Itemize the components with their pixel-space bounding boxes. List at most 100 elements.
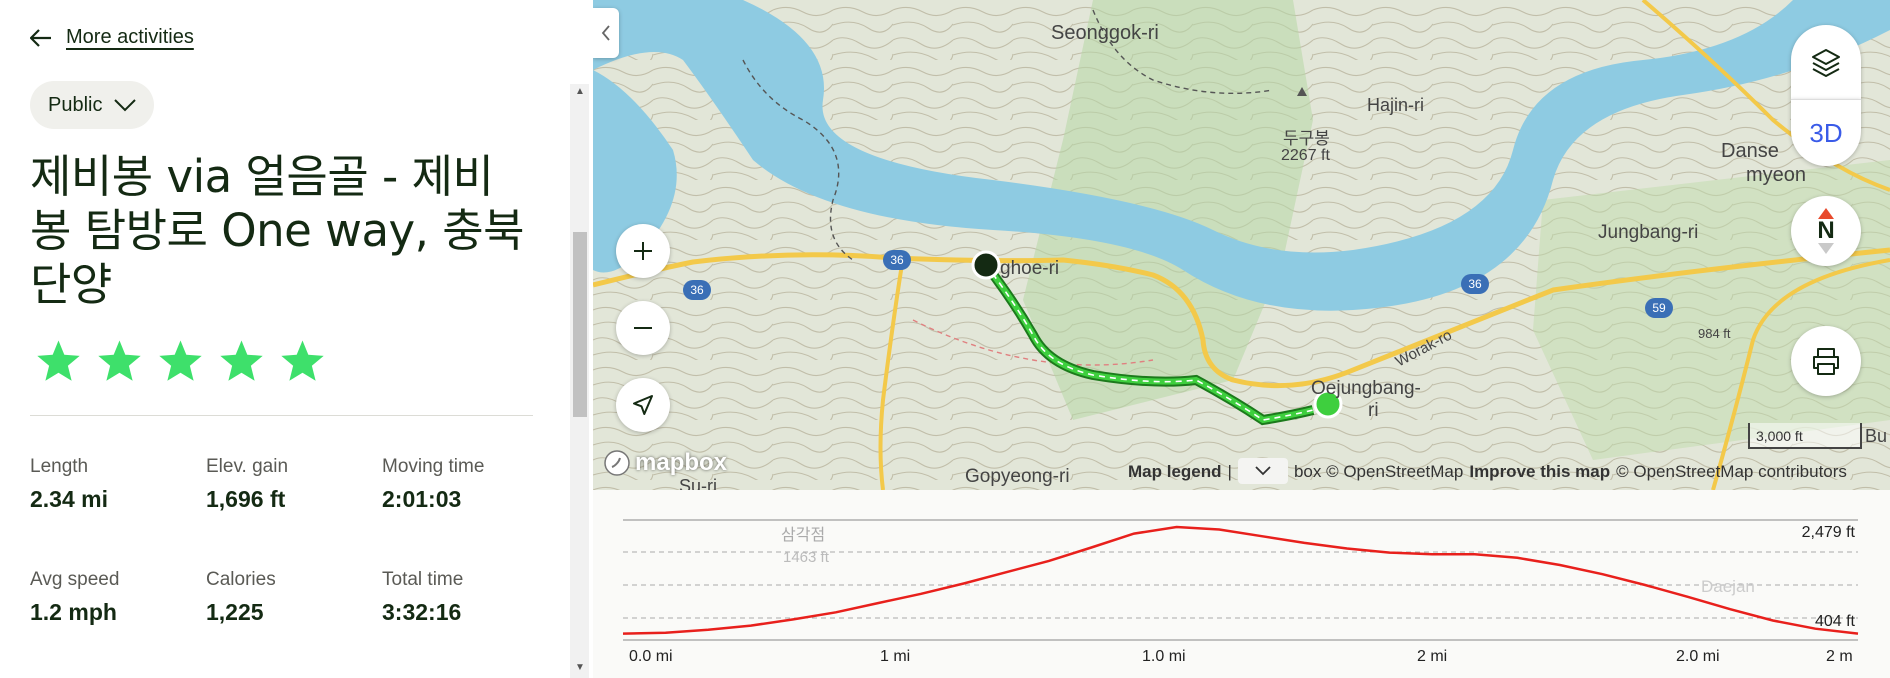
chevron-down-icon	[1255, 466, 1271, 476]
mapbox-logo[interactable]: mapbox	[603, 449, 727, 477]
map-label-bu: Bu	[1865, 426, 1888, 446]
toggle-3d-button[interactable]: 3D	[1791, 99, 1861, 166]
compass-south-icon	[1818, 243, 1834, 254]
stat-moving-time: Moving time 2:01:03	[382, 456, 484, 513]
scroll-up-icon[interactable]: ▲	[575, 86, 585, 97]
stat-value: 1,696 ft	[206, 486, 286, 512]
stat-value: 2:01:03	[382, 486, 462, 512]
star-icon	[98, 340, 141, 381]
route-start-marker[interactable]	[971, 250, 1001, 280]
stat-value: 3:32:16	[382, 599, 462, 625]
back-link[interactable]: More activities	[30, 26, 194, 49]
rating-stars	[36, 340, 325, 384]
stat-value: 2.34 mi	[30, 486, 108, 512]
visibility-dropdown[interactable]: Public	[30, 81, 155, 129]
activity-sidebar: More activities Public 제비봉 via 얼음골 - 제비봉…	[0, 0, 568, 678]
star-icon	[281, 340, 324, 381]
stat-value: 1.2 mph	[30, 599, 117, 625]
map-label-seonggok: Seonggok-ri	[1051, 22, 1159, 44]
map-label-hoe: ghoe-ri	[1000, 258, 1060, 279]
attribution-separator: |	[1227, 462, 1232, 481]
printer-icon	[1813, 348, 1839, 375]
stat-avg-speed: Avg speed 1.2 mph	[30, 569, 119, 626]
zoom-out-button[interactable]	[616, 301, 670, 355]
attribution-mapbox[interactable]: box © OpenStreetMap	[1294, 462, 1463, 484]
stat-length: Length 2.34 mi	[30, 456, 108, 513]
legend-toggle-button[interactable]	[1237, 458, 1288, 484]
collapse-panel-button[interactable]	[593, 8, 619, 58]
plus-icon	[634, 242, 652, 260]
stat-label: Length	[30, 456, 89, 477]
divider	[30, 415, 533, 416]
map-attribution: Map legend | box © OpenStreetMap Improve…	[1128, 458, 1847, 484]
bg-map-label-peak-elev: 1463 ft	[783, 549, 830, 566]
chevron-left-icon	[601, 25, 610, 41]
zoom-in-button[interactable]	[616, 224, 670, 278]
route-shield-36: 36	[683, 280, 711, 300]
map-label-suri: Su-ri	[679, 476, 718, 490]
mapbox-icon	[604, 450, 630, 476]
stat-label: Elev. gain	[206, 456, 289, 477]
x-tick-label: 1.0 mi	[1142, 648, 1186, 665]
stat-label: Avg speed	[30, 569, 120, 590]
map-label-hajin: Hajin-ri	[1367, 95, 1425, 115]
minus-icon	[634, 327, 652, 329]
stat-label: Calories	[206, 569, 276, 590]
stat-calories: Calories 1,225	[206, 569, 276, 626]
star-icon	[37, 340, 80, 381]
map-label-oejungbang: Oejungbang-	[1311, 378, 1421, 399]
x-tick-label: 2.0 mi	[1676, 648, 1720, 665]
stat-label: Moving time	[382, 456, 485, 477]
elevation-min-label: 404 ft	[1815, 613, 1856, 630]
attribution-osm[interactable]: © OpenStreetMap contributors	[1616, 462, 1847, 484]
map-scale: 3,000 ft	[1748, 423, 1862, 449]
chevron-down-icon	[114, 99, 137, 112]
map-label-myeon: myeon	[1746, 164, 1807, 186]
stat-label: Total time	[382, 569, 464, 590]
mapbox-label: mapbox	[635, 449, 728, 476]
map-label-dugubong: 두구봉	[1283, 129, 1330, 148]
map-label-jungbang: Jungbang-ri	[1598, 222, 1699, 243]
layers-button[interactable]	[1791, 25, 1861, 99]
svg-text:36: 36	[890, 253, 904, 267]
visibility-label: Public	[48, 93, 103, 116]
star-icon	[220, 340, 263, 381]
locate-button[interactable]	[616, 378, 670, 432]
map-canvas[interactable]: 36 36 36 59	[593, 0, 1890, 490]
trail-map[interactable]: 36 36 36 59 Seonggok-ri Hajin-ri 두구봉 226…	[593, 0, 1890, 490]
x-tick-label: 0.0 mi	[629, 648, 673, 665]
stat-elev-gain: Elev. gain 1,696 ft	[206, 456, 288, 513]
scroll-down-icon[interactable]: ▼	[575, 662, 585, 673]
x-tick-label: 2 m	[1826, 648, 1853, 665]
elevation-max-label: 2,479 ft	[1802, 524, 1856, 541]
scrollbar-thumb[interactable]	[573, 232, 587, 417]
map-label-gopyeong: Gopyeong-ri	[965, 466, 1070, 487]
map-label-peak984: 984 ft	[1698, 326, 1731, 341]
navigation-arrow-icon	[633, 395, 653, 415]
print-button[interactable]	[1791, 326, 1861, 396]
back-link-label: More activities	[66, 26, 194, 48]
x-tick-label: 1 mi	[880, 648, 911, 665]
layers-icon	[1812, 49, 1840, 77]
star-icon	[159, 340, 202, 381]
improve-map-link[interactable]: Improve this map	[1469, 462, 1610, 484]
svg-text:59: 59	[1652, 301, 1666, 315]
map-label-ri: ri	[1368, 400, 1379, 421]
stat-total-time: Total time 3:32:16	[382, 569, 463, 626]
stat-value: 1,225	[206, 599, 264, 625]
route-shield-59: 59	[1645, 298, 1673, 318]
svg-text:36: 36	[690, 283, 704, 297]
route-shield-36: 36	[1461, 274, 1489, 294]
bg-map-label-peak: 삼각점	[781, 525, 825, 544]
bg-map-label-town: Daejan	[1701, 577, 1755, 596]
compass-label: N	[1817, 217, 1835, 244]
x-tick-label: 2 mi	[1417, 648, 1448, 665]
route-shield-36: 36	[883, 250, 911, 270]
compass-button[interactable]: N	[1791, 196, 1861, 266]
arrow-left-icon	[30, 28, 51, 47]
svg-text:36: 36	[1468, 277, 1482, 291]
map-legend-link[interactable]: Map legend	[1128, 462, 1222, 484]
three-d-label: 3D	[1809, 117, 1843, 148]
sidebar-scrollbar[interactable]: ▲ ▼	[570, 84, 589, 678]
activity-title: 제비봉 via 얼음골 - 제비봉 탐방로 One way, 충북 단양	[30, 150, 525, 311]
